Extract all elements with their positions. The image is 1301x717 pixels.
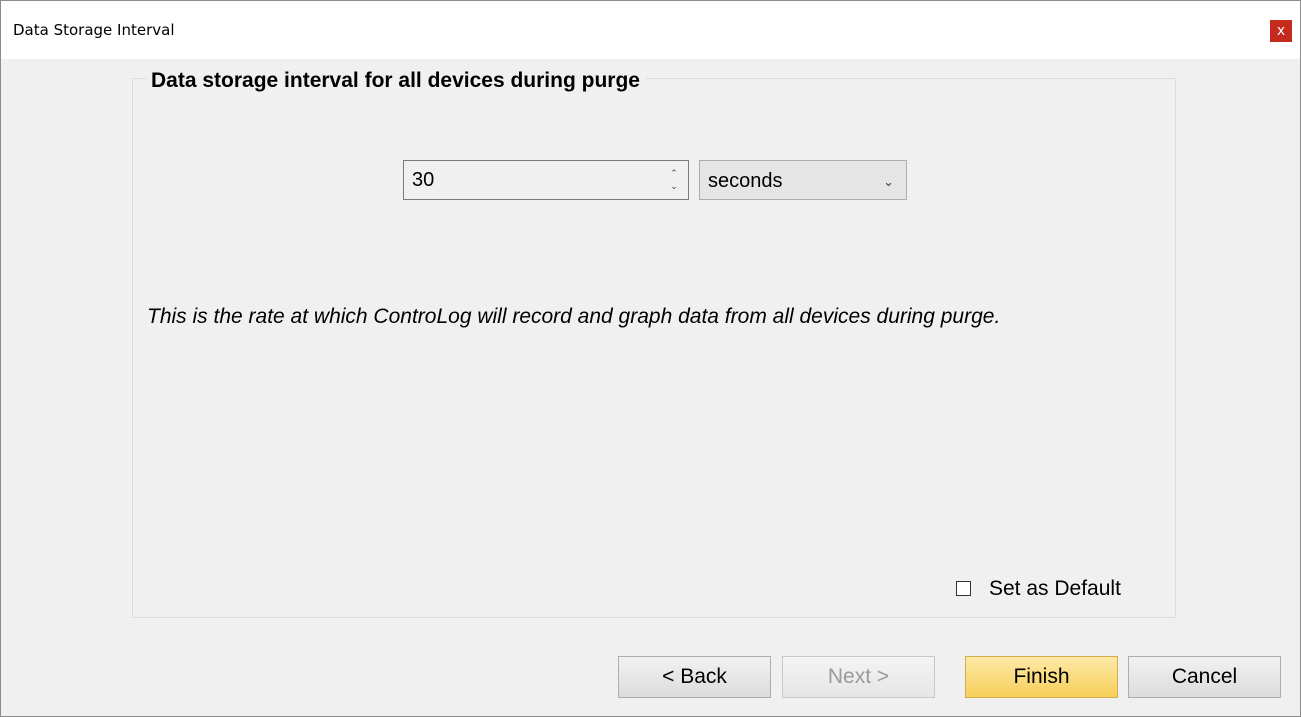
checkbox-box[interactable] <box>956 581 971 596</box>
group-title: Data storage interval for all devices du… <box>147 69 646 93</box>
close-button[interactable]: x <box>1270 20 1292 42</box>
title-bar: Data Storage Interval x <box>1 1 1300 59</box>
interval-group-box <box>132 78 1176 618</box>
finish-button[interactable]: Finish <box>965 656 1118 698</box>
interval-spinner[interactable]: 30 ⌃ ⌄ <box>403 160 689 200</box>
checkbox-label[interactable]: Set as Default <box>989 577 1121 601</box>
interval-value[interactable]: 30 <box>412 169 434 192</box>
unit-select[interactable]: seconds ⌄ <box>699 160 907 200</box>
dialog-content: Data storage interval for all devices du… <box>1 59 1300 716</box>
back-button[interactable]: < Back <box>618 656 771 698</box>
cancel-button[interactable]: Cancel <box>1128 656 1281 698</box>
next-button[interactable]: Next > <box>782 656 935 698</box>
dialog-window: Data Storage Interval x Data storage int… <box>0 0 1301 717</box>
description-text: This is the rate at which ControLog will… <box>147 305 1001 328</box>
spin-up-icon[interactable]: ⌃ <box>668 168 680 178</box>
window-title: Data Storage Interval <box>13 21 175 39</box>
spin-down-icon[interactable]: ⌄ <box>668 181 680 191</box>
chevron-down-icon[interactable]: ⌄ <box>883 174 894 190</box>
unit-value: seconds <box>708 170 783 192</box>
